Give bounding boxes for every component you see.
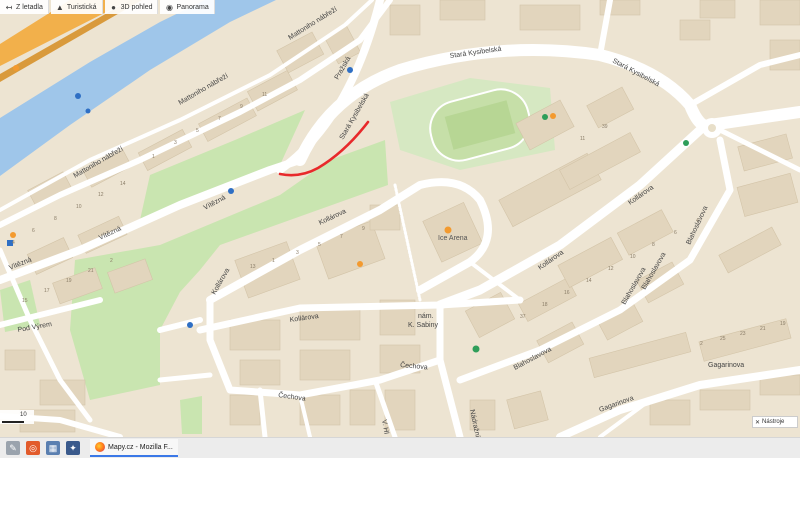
house-number: 12 — [608, 266, 614, 272]
restaurant-icon — [10, 232, 16, 238]
globe-icon: ● — [111, 2, 116, 12]
taskbar: ✎ ◎ ▦ ✦ Mapy.cz - Mozilla F... — [0, 437, 800, 458]
map-view[interactable]: Mattoniho nábřeží Mattoniho nábřeží Matt… — [0, 0, 800, 437]
house-number: 9 — [240, 104, 243, 110]
accessibility-icon — [85, 108, 91, 114]
house-number: 11 — [580, 136, 585, 142]
house-number: 13 — [250, 264, 256, 270]
house-number: 17 — [44, 288, 50, 294]
house-number: 14 — [120, 181, 126, 187]
poi-label: Ice Arena — [438, 235, 468, 242]
house-number: 3 — [296, 250, 299, 256]
restaurant-icon — [13, 65, 19, 71]
house-number: 2 — [700, 341, 703, 347]
map-toolbar: ↤ Z letadla ▲ Turistická ● 3D pohled ◉ P… — [0, 0, 215, 14]
house-number: 2 — [110, 258, 113, 264]
house-number: 8 — [54, 216, 57, 222]
house-number: 19 — [780, 321, 786, 327]
tools-label: Nástroje — [762, 419, 785, 425]
back-arrow-icon: ↤ — [5, 2, 13, 12]
panorama-label: Panorama — [176, 3, 209, 11]
pharmacy-icon — [472, 345, 480, 353]
house-number: 4 — [696, 218, 699, 224]
map-scale: 10 — [0, 410, 34, 424]
park-small — [180, 396, 202, 434]
house-number: 7 — [340, 234, 343, 240]
street-label: Kollárova — [318, 208, 348, 227]
taskbar-firefox-window[interactable]: Mapy.cz - Mozilla F... — [90, 439, 178, 457]
house-number: 6 — [674, 230, 677, 236]
tourist-map-label: Turistická — [66, 3, 97, 11]
house-number: 1 — [272, 258, 275, 264]
scale-bar — [2, 421, 24, 423]
tools-button[interactable]: ✕ Nástroje — [752, 416, 798, 428]
tourist-map-button[interactable]: ▲ Turistická — [50, 0, 103, 14]
aerial-view-button[interactable]: ↤ Z letadla — [0, 0, 49, 14]
house-number: 4 — [12, 240, 15, 246]
house-number: 6 — [32, 228, 35, 234]
aerial-view-label: Z letadla — [16, 3, 43, 11]
paint-app-icon[interactable]: ✦ — [66, 441, 80, 455]
sports-icon — [542, 114, 548, 120]
image-app-icon[interactable]: ◎ — [26, 441, 40, 455]
house-number: 39 — [602, 124, 608, 130]
tools-icon: ✕ — [755, 419, 761, 426]
street-label: Gagarinova — [708, 362, 744, 369]
tools-app-icon[interactable]: ✎ — [6, 441, 20, 455]
info-icon — [187, 322, 193, 328]
house-number: 11 — [262, 92, 267, 98]
house-number: 21 — [760, 326, 766, 332]
house-number: 8 — [652, 242, 655, 248]
restaurant-icon — [550, 113, 556, 119]
house-number: 3 — [174, 140, 177, 146]
restaurant-icon — [357, 261, 363, 267]
street-label: Mattoniho nábřeží — [178, 73, 230, 107]
house-number: 19 — [66, 278, 72, 284]
house-number: 5 — [196, 128, 199, 134]
house-number: 16 — [564, 290, 570, 296]
firefox-icon — [95, 442, 105, 452]
house-number: 10 — [76, 204, 82, 210]
boat-icon — [75, 93, 81, 99]
calculator-app-icon[interactable]: ▦ — [46, 441, 60, 455]
street-label: V. Hl — [380, 419, 389, 435]
panorama-button[interactable]: ◉ Panorama — [160, 0, 215, 14]
taskbar-window-title: Mapy.cz - Mozilla F... — [108, 443, 173, 451]
bus-stop-icon — [347, 67, 353, 73]
bus-stop-icon — [228, 188, 234, 194]
house-number: 14 — [586, 278, 592, 284]
house-number: 1 — [152, 154, 155, 160]
house-number: 5 — [318, 242, 321, 248]
house-number: 21 — [88, 268, 94, 274]
square-label: K. Sabiny — [408, 322, 438, 329]
house-number: 7 — [218, 116, 221, 122]
house-number: 12 — [98, 192, 104, 198]
scale-label: 10 — [20, 412, 27, 418]
house-number: 10 — [630, 254, 636, 260]
mountain-icon: ▲ — [55, 2, 64, 12]
house-number: 37 — [520, 314, 526, 320]
view-3d-label: 3D pohled — [120, 3, 153, 11]
house-number: 18 — [542, 302, 548, 308]
house-number: 25 — [720, 336, 726, 342]
map-canvas[interactable]: Mattoniho nábřeží Mattoniho nábřeží Matt… — [0, 0, 800, 437]
house-number: 9 — [362, 226, 365, 232]
tree-icon — [683, 140, 689, 146]
eye-icon: ◉ — [165, 2, 173, 12]
view-3d-button[interactable]: ● 3D pohled — [104, 0, 159, 14]
square-label: nám. — [418, 313, 434, 320]
house-number: 15 — [22, 298, 28, 304]
ice-rink-icon — [444, 226, 452, 234]
house-number: 23 — [740, 331, 746, 337]
